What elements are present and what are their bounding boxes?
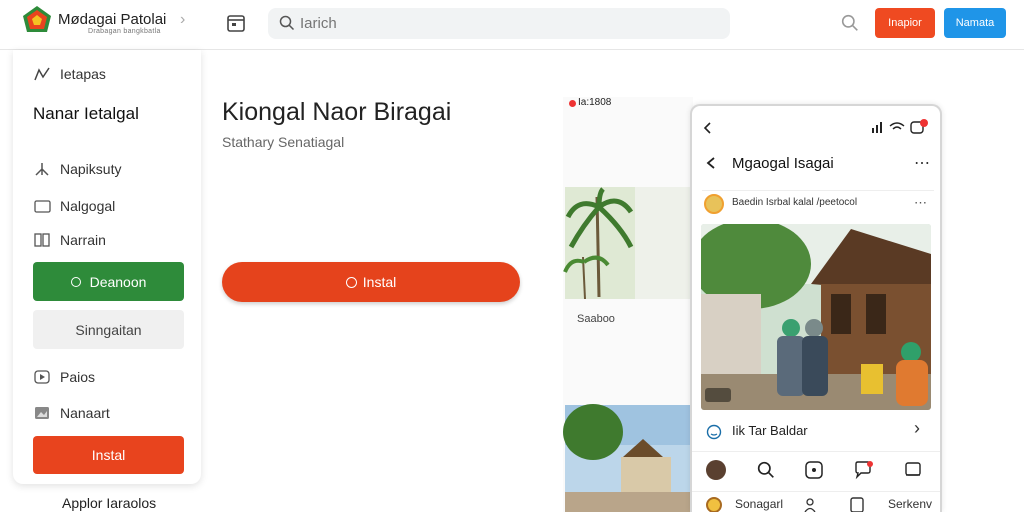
sidebar-item-label: Narrain (60, 232, 106, 248)
back-icon[interactable] (704, 156, 718, 170)
search-icon[interactable] (841, 14, 859, 37)
chevron-right-icon[interactable]: › (914, 418, 920, 439)
link-label: Iik Tar Baldar (732, 423, 808, 438)
deanoon-button[interactable]: Deanoon (33, 262, 184, 301)
circle-icon (70, 276, 81, 287)
install-button[interactable]: Instal (222, 262, 520, 302)
section-label: Saaboo (577, 313, 615, 325)
avatar[interactable] (704, 194, 724, 214)
search-input[interactable] (300, 14, 700, 33)
calendar-icon[interactable] (226, 13, 246, 33)
post-author: Baedin Isrbal kalal /peetocol (732, 197, 858, 208)
palm-tree-image[interactable] (563, 187, 635, 300)
columns-icon (33, 231, 51, 249)
chevron-right-icon[interactable]: › (180, 11, 185, 29)
bottom-item-label[interactable]: Serkenv (888, 497, 932, 511)
primary-top-button[interactable]: Inapior (875, 8, 935, 38)
sidebar-item-label: Paios (60, 369, 96, 385)
secondary-top-button[interactable]: Namata (944, 8, 1006, 38)
install-icon (345, 276, 357, 288)
graph-icon (33, 65, 51, 83)
post-photo[interactable] (701, 224, 931, 410)
card-icon (33, 197, 51, 215)
coin-icon (706, 497, 722, 512)
phone-status-bar (692, 118, 940, 138)
tree-icon (33, 160, 51, 178)
phone-bottom-row: Sonagarl Serkenv (692, 491, 940, 512)
back-icon (703, 122, 711, 134)
sidebar-item-nalgogal[interactable]: Nalgogal (33, 194, 115, 218)
sidebar-item-napiksuty[interactable]: Napiksuty (33, 157, 121, 181)
search-bar[interactable] (268, 8, 730, 39)
sidebar: Ietapas Nanar Ietalgal Napiksuty Nalgoga… (13, 50, 201, 484)
app-name: Mødagai Patolai (58, 11, 167, 28)
recording-label: Ia:1808 (578, 97, 612, 108)
search-icon[interactable] (757, 461, 775, 479)
square-icon[interactable] (850, 497, 864, 512)
phone-tab-bar (692, 451, 940, 491)
chat-icon[interactable] (854, 460, 874, 480)
sidebar-item-label: Napiksuty (60, 161, 122, 177)
sidebar-item-narrain[interactable]: Narrain (33, 228, 106, 252)
plus-icon[interactable] (805, 461, 823, 479)
search-icon (279, 15, 295, 31)
footer-link[interactable]: Applor Iaraolos (62, 495, 156, 511)
play-icon (33, 368, 51, 386)
bottom-item-label[interactable]: Sonagarl (735, 497, 783, 511)
sinngaitan-button[interactable]: Sinngaitan (33, 310, 184, 349)
install-label: Instal (362, 274, 397, 290)
sidebar-item-nanaart[interactable]: Nanaart (33, 401, 110, 425)
people-icon[interactable] (804, 497, 820, 512)
deanoon-label: Deanoon (89, 273, 147, 290)
emoji-icon (706, 424, 722, 440)
app-logo[interactable] (20, 4, 62, 40)
sidebar-item-label: Nalgogal (60, 198, 116, 214)
sidebar-item-label: Ietapas (60, 66, 106, 82)
phone-title: Mgaogal Isagai (732, 155, 834, 172)
image-gallery (563, 97, 693, 512)
sidebar-heading: Nanar Ietalgal (33, 104, 139, 123)
inbox-icon[interactable] (904, 461, 922, 479)
gallery-images (563, 97, 693, 512)
app-subtitle: Drabagan bangkbatla (88, 28, 161, 35)
building-image[interactable] (563, 404, 691, 512)
sidebar-item-paios[interactable]: Paios (33, 365, 95, 389)
page-subtitle: Stathary Senatiagal (222, 134, 345, 150)
sidebar-item-label: Nanaart (60, 405, 110, 421)
page-title: Kiongal Naor Biragai (222, 98, 452, 126)
record-dot (569, 100, 576, 107)
more-icon[interactable]: ⋯ (914, 153, 930, 173)
profile-avatar[interactable] (706, 460, 726, 480)
phone-mockup: Mgaogal Isagai ⋯ Baedin Isrbal kalal /pe… (690, 104, 942, 512)
more-icon[interactable]: ⋯ (914, 195, 927, 211)
sidebar-install-button[interactable]: Instal (33, 436, 184, 474)
image-icon (33, 404, 51, 422)
top-bar: Mødagai Patolai Drabagan bangkbatla › In… (0, 0, 1024, 50)
sidebar-item-ietapas[interactable]: Ietapas (33, 62, 106, 86)
